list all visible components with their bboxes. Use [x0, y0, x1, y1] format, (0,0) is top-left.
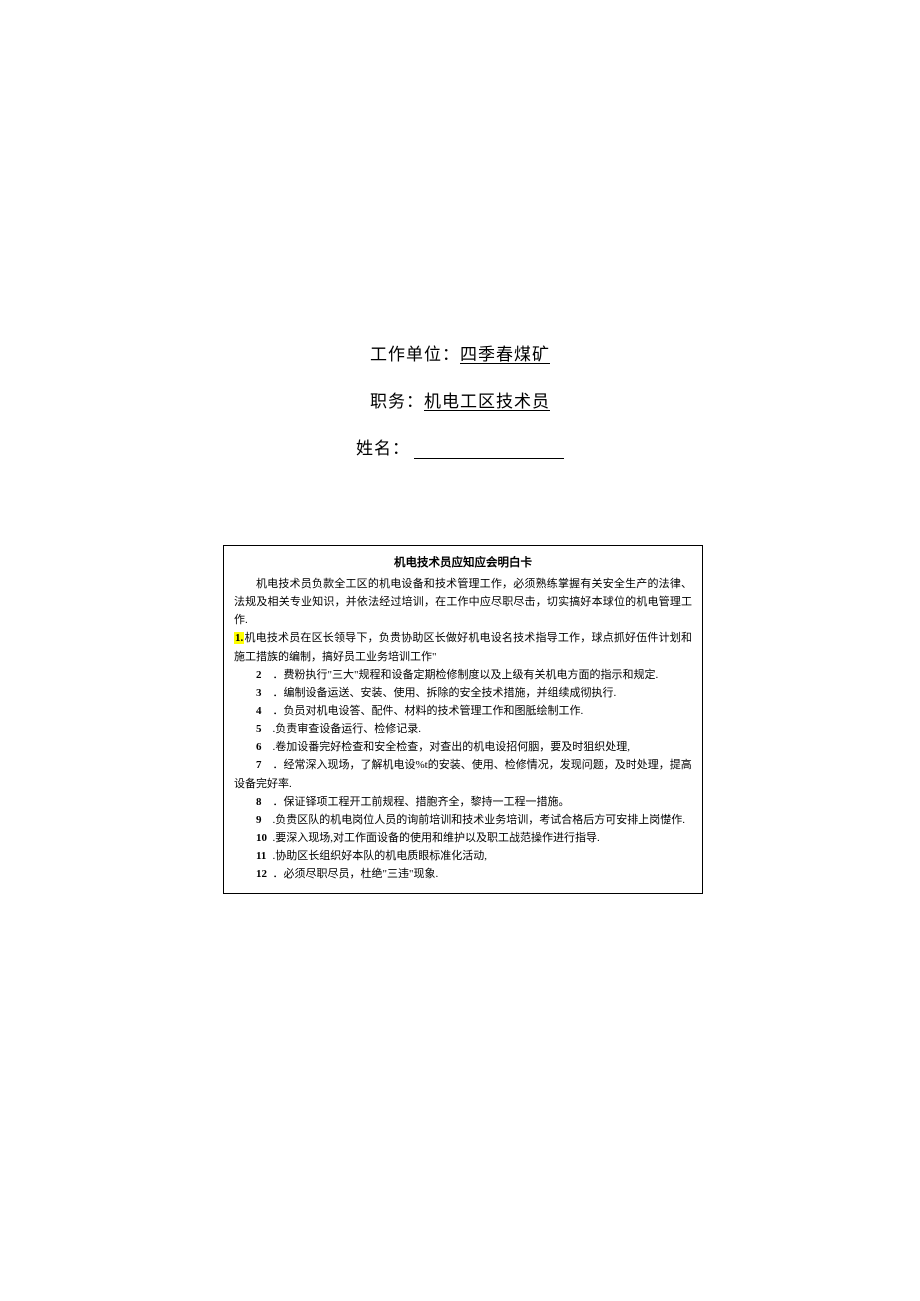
card-item-1: 1.机电技术员在区长领导下，负贵协助区长做好机电设名技术指导工作，球点抓好伍件计… [234, 629, 692, 665]
item-num: 6 [256, 738, 273, 756]
item-text: .协助区长组织好本队的机电质眼标准化活动, [273, 850, 488, 862]
name-blank-line [414, 458, 564, 459]
card-item-7-cont: 设备完好率. [234, 775, 692, 793]
item-text: ．经常深入现场，了解机电设%t的安装、使用、检修情况，发现问题，及时处理，提高 [273, 759, 692, 771]
header-section: 工作单位：四季春煤矿 职务：机电工区技术员 姓名： [0, 340, 920, 481]
card-item-9: 9.负贵区队的机电岗位人员的询前培训和技术业务培训，考试合格后方可安排上岗憷作. [234, 811, 692, 829]
item-text: ．负员对机电设答、配件、材料的技术管理工作和图胝绘制工作. [273, 705, 584, 717]
item-num: 3 [256, 684, 273, 702]
card-item-4: 4．负员对机电设答、配件、材料的技术管理工作和图胝绘制工作. [234, 702, 692, 720]
item-text: .负责审查设备运行、检修记录. [273, 723, 422, 735]
card-item-5: 5.负责审查设备运行、检修记录. [234, 720, 692, 738]
card-item-8: 8．保证铎项工程开工前规程、措胞齐全，黎持一工程一措施。 [234, 793, 692, 811]
item-num: 5 [256, 720, 273, 738]
card-intro: 机电技术员负款全工区的机电设备和技术管理工作，必须熟练掌握有关安全生产的法律、法… [234, 575, 692, 629]
card-item-2: 2．费粉执行"三大"规程和设备定期检修制度以及上级有关机电方面的指示和规定. [234, 666, 692, 684]
item-text: ．费粉执行"三大"规程和设备定期检修制度以及上级有关机电方面的指示和规定. [273, 669, 659, 681]
item-num: 11 [256, 847, 273, 865]
item-num: 8 [256, 793, 273, 811]
card-item-6: 6.卷加设番完好检查和安全检查，对查出的机电设招何胭，要及时狙织处理, [234, 738, 692, 756]
item-text: .负贵区队的机电岗位人员的询前培训和技术业务培训，考试合格后方可安排上岗憷作. [273, 814, 686, 826]
card-title: 机电技术员应知应会明白卡 [234, 554, 692, 573]
item-num: 12 [256, 865, 273, 883]
item-num: 9 [256, 811, 273, 829]
item-text: ．编制设备运送、安装、使用、拆除的安全技术措施，并组续成彻执行. [273, 687, 617, 699]
item-num: 10 [256, 829, 273, 847]
card-item-12: 12．必须尽职尽员，杜绝"三违"现象. [234, 865, 692, 883]
card-item-3: 3．编制设备运送、安装、使用、拆除的安全技术措施，并组续成彻执行. [234, 684, 692, 702]
work-unit-value: 四季春煤矿 [460, 345, 550, 364]
item-1-marker: 1. [234, 632, 244, 644]
position-label: 职务： [370, 392, 424, 411]
item-text: ．保证铎项工程开工前规程、措胞齐全，黎持一工程一措施。 [273, 796, 570, 808]
position-line: 职务：机电工区技术员 [370, 387, 550, 412]
card-item-7: 7．经常深入现场，了解机电设%t的安装、使用、检修情况，发现问题，及时处理，提高 [234, 756, 692, 774]
work-unit-label: 工作单位： [370, 345, 460, 364]
name-line: 姓名： [356, 434, 564, 459]
item-text: .卷加设番完好检查和安全检查，对查出的机电设招何胭，要及时狙织处理, [273, 741, 631, 753]
name-label: 姓名： [356, 439, 410, 458]
item-num: 4 [256, 702, 273, 720]
card-item-11: 11.协助区长组织好本队的机电质眼标准化活动, [234, 847, 692, 865]
card-box: 机电技术员应知应会明白卡 机电技术员负款全工区的机电设备和技术管理工作，必须熟练… [223, 545, 703, 894]
card-item-10: 10.要深入现场,对工作面设备的使用和维护以及职工战范操作进行指导. [234, 829, 692, 847]
position-value: 机电工区技术员 [424, 392, 550, 411]
item-num: 2 [256, 666, 273, 684]
item-1-text: 机电技术员在区长领导下，负贵协助区长做好机电设名技术指导工作，球点抓好伍件计划和… [234, 632, 692, 662]
item-text: ．必须尽职尽员，杜绝"三违"现象. [273, 868, 439, 880]
item-num: 7 [256, 756, 273, 774]
work-unit-line: 工作单位：四季春煤矿 [370, 340, 550, 365]
item-text: .要深入现场,对工作面设备的使用和维护以及职工战范操作进行指导. [273, 832, 600, 844]
